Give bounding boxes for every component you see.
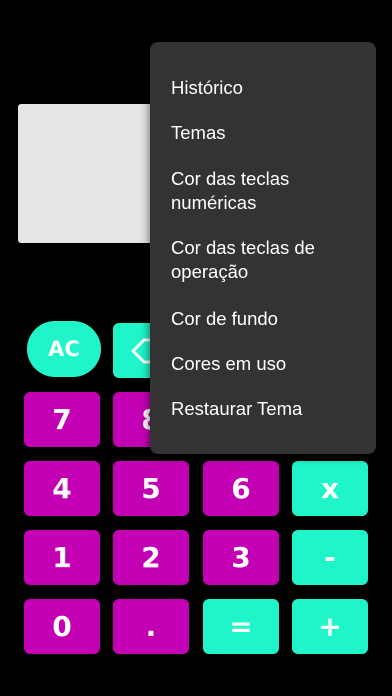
key-6[interactable]: 6	[203, 461, 279, 516]
key-5[interactable]: 5	[113, 461, 189, 516]
menu-item-number-key-color[interactable]: Cor das teclas numéricas	[171, 167, 361, 215]
menu-item-background-color[interactable]: Cor de fundo	[171, 307, 361, 331]
menu-item-themes[interactable]: Temas	[171, 121, 361, 145]
options-menu: Histórico Temas Cor das teclas numéricas…	[150, 42, 376, 454]
key-4[interactable]: 4	[24, 461, 100, 516]
key-2[interactable]: 2	[113, 530, 189, 585]
key-1[interactable]: 1	[24, 530, 100, 585]
key-7[interactable]: 7	[24, 392, 100, 447]
calculator-display	[18, 104, 170, 243]
all-clear-button[interactable]: AC	[27, 321, 101, 377]
key-0[interactable]: 0	[24, 599, 100, 654]
key-decimal[interactable]: .	[113, 599, 189, 654]
key-equals[interactable]: =	[203, 599, 279, 654]
key-3[interactable]: 3	[203, 530, 279, 585]
key-add[interactable]: +	[292, 599, 368, 654]
key-subtract[interactable]: -	[292, 530, 368, 585]
menu-item-restore-theme[interactable]: Restaurar Tema	[171, 397, 361, 421]
key-multiply[interactable]: x	[292, 461, 368, 516]
menu-item-operation-key-color[interactable]: Cor das teclas de operação	[171, 236, 361, 284]
menu-item-colors-in-use[interactable]: Cores em uso	[171, 352, 361, 376]
menu-item-history[interactable]: Histórico	[171, 76, 361, 100]
